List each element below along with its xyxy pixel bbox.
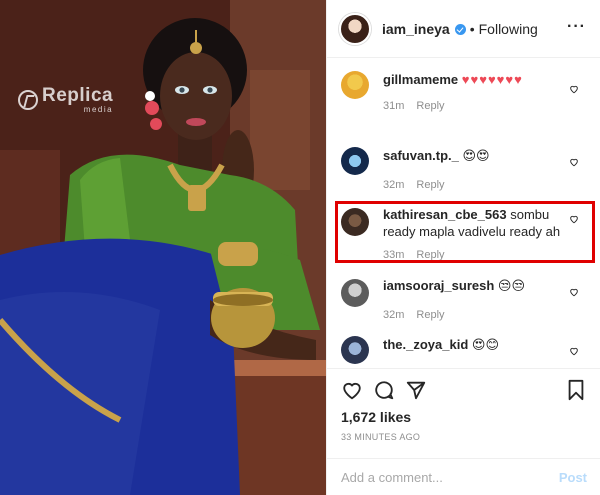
post-photo[interactable]: Replica media bbox=[0, 0, 326, 495]
watermark-main: Replica bbox=[42, 85, 114, 106]
commenter-avatar[interactable] bbox=[341, 336, 369, 364]
comment-time: 33m bbox=[383, 249, 405, 261]
comment-emoji: ♥♥♥♥♥♥♥ bbox=[461, 72, 523, 87]
portrait-illustration bbox=[0, 0, 326, 495]
reply-link[interactable]: Reply bbox=[416, 249, 444, 261]
author-avatar[interactable] bbox=[339, 12, 371, 45]
reply-link[interactable]: Reply bbox=[416, 179, 444, 191]
header-separator: • bbox=[469, 20, 475, 37]
comment-icon[interactable] bbox=[373, 379, 395, 401]
like-comment-heart-icon[interactable] bbox=[569, 84, 579, 94]
like-comment-heart-icon[interactable] bbox=[569, 157, 579, 167]
commenter-avatar[interactable] bbox=[341, 71, 369, 99]
commenter-avatar[interactable] bbox=[341, 147, 369, 175]
post-timestamp: 33 MINUTES AGO bbox=[341, 432, 421, 442]
author-username[interactable]: iam_ineya bbox=[382, 21, 450, 37]
verified-badge-icon bbox=[454, 24, 466, 35]
post-sidebar: iam_ineya • Following ··· gillmameme ♥♥♥… bbox=[326, 0, 600, 495]
following-button[interactable]: Following bbox=[479, 21, 538, 37]
commenter-username[interactable]: kathiresan_cbe_563 bbox=[383, 207, 507, 222]
post-comment-button[interactable]: Post bbox=[559, 470, 587, 485]
commenter-avatar[interactable] bbox=[341, 208, 369, 236]
replica-media-watermark: Replica media bbox=[18, 86, 113, 114]
comment-time: 32m bbox=[383, 309, 405, 321]
like-comment-heart-icon[interactable] bbox=[569, 346, 579, 356]
reply-link[interactable]: Reply bbox=[416, 100, 444, 112]
likes-count[interactable]: 1,672 likes bbox=[341, 409, 411, 425]
bookmark-icon[interactable] bbox=[565, 379, 587, 401]
replica-logo-icon bbox=[18, 90, 38, 110]
comment-input[interactable] bbox=[341, 469, 559, 485]
comment-time: 32m bbox=[383, 179, 405, 191]
comment-emoji: 😍😊 bbox=[471, 338, 499, 353]
commenter-username[interactable]: safuvan.tp._ bbox=[383, 148, 459, 163]
comment-emoji: 😒😒 bbox=[497, 279, 526, 294]
comment-time: 31m bbox=[383, 100, 405, 112]
share-icon[interactable] bbox=[405, 379, 427, 401]
commenter-username[interactable]: iamsooraj_suresh bbox=[383, 278, 494, 293]
more-horizontal-icon[interactable]: ··· bbox=[567, 19, 586, 35]
comment-emoji: 😍😍 bbox=[462, 149, 490, 164]
commenter-username[interactable]: gillmameme bbox=[383, 72, 458, 87]
post-actions: 1,672 likes 33 MINUTES AGO bbox=[327, 368, 600, 458]
watermark-sub: media bbox=[83, 105, 114, 114]
like-comment-heart-icon[interactable] bbox=[569, 214, 579, 224]
comments-list[interactable]: gillmameme ♥♥♥♥♥♥♥ 31m Reply safuvan.tp._… bbox=[327, 59, 600, 368]
reply-link[interactable]: Reply bbox=[416, 309, 444, 321]
like-comment-heart-icon[interactable] bbox=[569, 287, 579, 297]
add-comment-bar: Post bbox=[327, 458, 600, 495]
post-header: iam_ineya • Following ··· bbox=[327, 0, 600, 58]
commenter-username[interactable]: the._zoya_kid bbox=[383, 337, 468, 352]
heart-icon[interactable] bbox=[341, 379, 363, 401]
commenter-avatar[interactable] bbox=[341, 279, 369, 307]
